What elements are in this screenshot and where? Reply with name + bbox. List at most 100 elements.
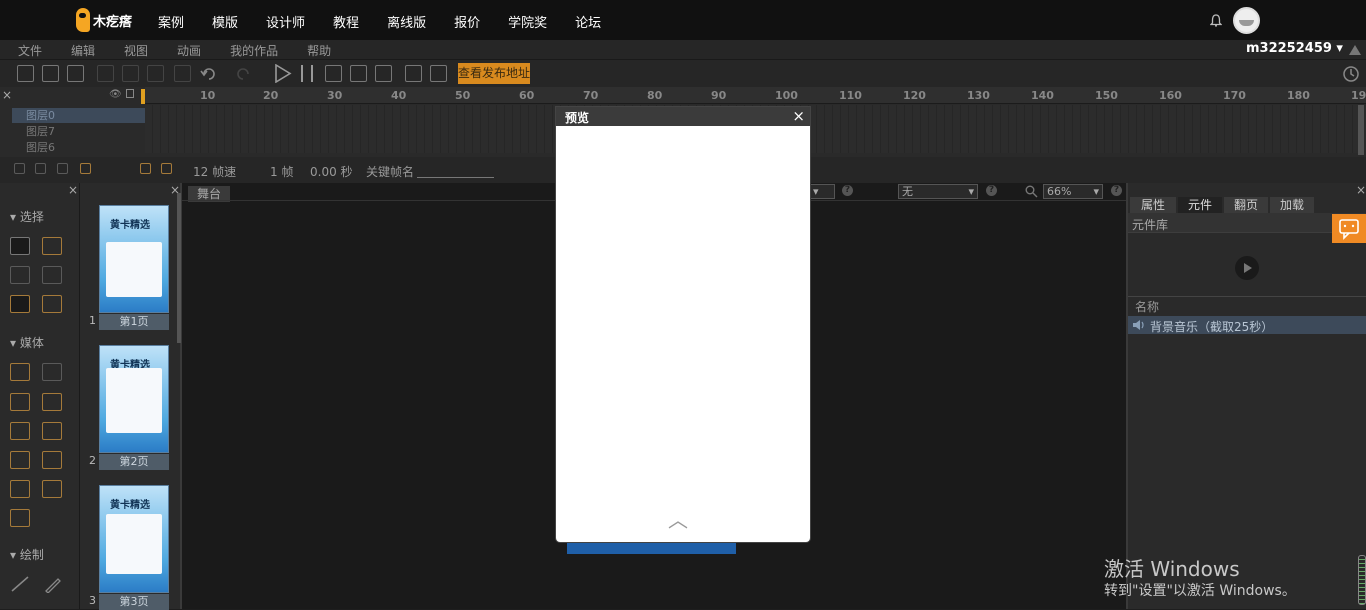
audio-icon[interactable]	[42, 393, 62, 411]
transform-tool-icon[interactable]	[42, 237, 62, 255]
play-circle-icon[interactable]	[1234, 255, 1260, 281]
image-icon[interactable]	[10, 393, 30, 411]
nav-link-tutorials[interactable]: 教程	[333, 12, 359, 31]
video-icon[interactable]	[10, 422, 30, 440]
slideshow-icon[interactable]	[10, 509, 30, 527]
nav-link-offline[interactable]: 离线版	[387, 12, 426, 31]
cut-icon[interactable]	[97, 65, 114, 82]
section-media[interactable]: ▾ 媒体	[10, 334, 44, 351]
copy-icon[interactable]	[122, 65, 139, 82]
new-file-icon[interactable]	[17, 65, 34, 82]
page-thumbnail[interactable]: 黄卡精选	[99, 485, 169, 593]
menu-edit[interactable]: 编辑	[71, 42, 95, 59]
shape-tool-icon[interactable]	[10, 295, 30, 313]
paste-icon[interactable]	[147, 65, 164, 82]
section-select[interactable]: ▾ 选择	[10, 208, 44, 225]
layer-row[interactable]: 图层6	[12, 140, 145, 155]
pointer-tool-icon[interactable]	[10, 237, 30, 255]
text-icon[interactable]	[42, 422, 62, 440]
trash-icon[interactable]	[57, 163, 68, 174]
page-label[interactable]: 第1页	[99, 314, 169, 330]
page-label[interactable]: 第2页	[99, 454, 169, 470]
bell-icon[interactable]	[1210, 14, 1222, 27]
refresh-icon[interactable]	[1342, 65, 1360, 83]
zoom-select[interactable]: 66% ▾	[1043, 184, 1103, 199]
lock-icon[interactable]	[126, 89, 134, 98]
export-icon[interactable]	[430, 65, 447, 82]
tab-properties[interactable]: 属性	[1130, 197, 1176, 213]
copy-layer-icon[interactable]	[80, 163, 91, 174]
add-layer-icon[interactable]	[14, 163, 25, 174]
section-draw[interactable]: ▾ 绘制	[10, 546, 44, 563]
play-icon[interactable]	[274, 64, 292, 83]
line-tool-icon[interactable]	[10, 575, 30, 593]
eye-icon[interactable]: 👁	[109, 89, 122, 100]
menu-file[interactable]: 文件	[18, 42, 42, 59]
grid-tool-icon[interactable]	[42, 295, 62, 313]
page-thumbnail[interactable]: 黄卡精选	[99, 205, 169, 313]
delete-icon[interactable]	[174, 65, 191, 82]
layer-row[interactable]: 图层0	[12, 108, 145, 123]
pause-icon[interactable]	[299, 64, 317, 83]
tab-loading[interactable]: 加载	[1270, 197, 1314, 213]
crop-tool-icon[interactable]	[10, 266, 30, 284]
nav-link-designers[interactable]: 设计师	[266, 12, 305, 31]
help-icon[interactable]: ?	[842, 185, 853, 196]
open-folder-icon[interactable]	[42, 65, 59, 82]
close-button[interactable]: ×	[792, 107, 805, 125]
stage-option-select[interactable]: ▾	[809, 184, 835, 199]
keyframe-name-input[interactable]	[417, 177, 494, 178]
page-thumbnail[interactable]: 黄卡精选	[99, 345, 169, 453]
text-box-icon[interactable]	[10, 451, 30, 469]
view-publish-url-button[interactable]: 查看发布地址	[458, 63, 530, 84]
close-icon[interactable]: ×	[68, 183, 78, 197]
menu-my-works[interactable]: 我的作品	[230, 42, 278, 59]
pages-scrollbar[interactable]	[177, 193, 181, 343]
brand-logo[interactable]: 木疙瘩	[76, 8, 132, 32]
nav-link-forum[interactable]: 论坛	[575, 12, 601, 31]
menu-animation[interactable]: 动画	[177, 42, 201, 59]
chart-icon[interactable]	[42, 480, 62, 498]
help-icon[interactable]: ?	[986, 185, 997, 196]
pen-tool-icon[interactable]	[42, 575, 62, 593]
user-menu[interactable]: m32252459 ▾	[1246, 41, 1343, 56]
menu-help[interactable]: 帮助	[307, 42, 331, 59]
js-code-icon[interactable]	[405, 65, 422, 82]
feedback-button[interactable]	[1332, 214, 1366, 243]
effect-select[interactable]: 无 ▾	[898, 184, 978, 199]
menu-view[interactable]: 视图	[124, 42, 148, 59]
dialog-header[interactable]: 预览 ×	[556, 107, 810, 126]
code-icon[interactable]	[10, 480, 30, 498]
undo-icon[interactable]	[200, 65, 228, 82]
nav-link-academy-award[interactable]: 学院奖	[508, 12, 547, 31]
add-folder-icon[interactable]	[35, 163, 46, 174]
qrcode-icon[interactable]	[375, 65, 392, 82]
ruler-tick: 160	[1159, 89, 1182, 102]
tab-components[interactable]: 元件	[1178, 197, 1222, 213]
preview-screen-icon[interactable]	[350, 65, 367, 82]
timeline-scrollbar[interactable]	[1358, 105, 1364, 155]
nav-link-templates[interactable]: 模版	[212, 12, 238, 31]
stage-frame-icon[interactable]	[325, 65, 342, 82]
3d-box-icon[interactable]	[10, 363, 30, 381]
close-icon[interactable]: ×	[2, 88, 12, 102]
save-icon[interactable]	[67, 65, 84, 82]
avatar[interactable]	[1233, 7, 1260, 34]
ruler-tick: 140	[1031, 89, 1054, 102]
timeline-ruler[interactable]: 10 20 30 40 50 60 70 80 90 100 110 120 1…	[145, 87, 1366, 104]
chat-bubble-icon[interactable]	[42, 451, 62, 469]
layer-row[interactable]: 图层7	[12, 124, 145, 139]
collapse-up-icon[interactable]	[1348, 43, 1362, 56]
zoom-tool-icon[interactable]	[42, 266, 62, 284]
tween-icon[interactable]	[161, 163, 172, 174]
swipe-up-icon[interactable]: ︿	[668, 510, 688, 530]
redo-icon[interactable]	[234, 65, 262, 82]
help-icon[interactable]: ?	[1111, 185, 1122, 196]
tab-page-flip[interactable]: 翻页	[1224, 197, 1268, 213]
nav-link-cases[interactable]: 案例	[158, 12, 184, 31]
nav-link-pricing[interactable]: 报价	[454, 12, 480, 31]
page-label[interactable]: 第3页	[99, 594, 169, 610]
keyframe-icon[interactable]	[140, 163, 151, 174]
psd-import-icon[interactable]	[42, 363, 62, 381]
close-icon[interactable]: ×	[1356, 183, 1366, 197]
